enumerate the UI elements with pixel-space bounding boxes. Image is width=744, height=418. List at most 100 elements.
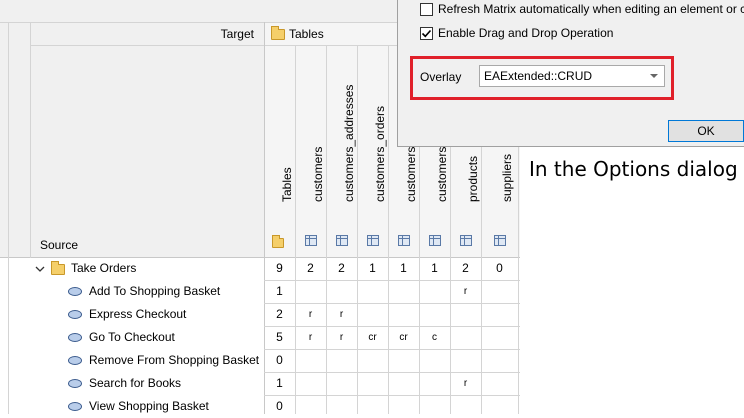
table-row-group[interactable]: Take Orders 9 2 2 1 1 1 2 0: [0, 257, 520, 280]
matrix-cell[interactable]: 1: [264, 372, 295, 395]
table-row[interactable]: Add To Shopping Basket 1 r: [0, 280, 520, 303]
matrix-cell[interactable]: 1: [357, 257, 388, 280]
refresh-checkbox[interactable]: [420, 3, 433, 16]
matrix-cell[interactable]: cr: [357, 326, 388, 349]
column-header-customers[interactable]: customers: [295, 46, 326, 256]
matrix-cell[interactable]: [481, 303, 518, 326]
matrix-cell[interactable]: [357, 349, 388, 372]
table-icon: [459, 235, 472, 246]
table-row[interactable]: View Shopping Basket 0: [0, 395, 520, 418]
dragdrop-checkbox[interactable]: [420, 27, 433, 40]
use-case-icon: [68, 310, 82, 319]
matrix-cell[interactable]: 0: [264, 395, 295, 418]
matrix-cell[interactable]: [326, 349, 357, 372]
caption-text: In the Options dialog: [529, 157, 738, 181]
chevron-down-icon[interactable]: [35, 264, 45, 274]
matrix-cell[interactable]: [295, 280, 326, 303]
matrix-cell[interactable]: [326, 280, 357, 303]
matrix-cell[interactable]: 9: [264, 257, 295, 280]
matrix-cell[interactable]: [388, 372, 419, 395]
column-header-customers-orders[interactable]: customers_orders: [357, 46, 388, 256]
overlay-select-value: EAExtended::CRUD: [484, 69, 593, 83]
dragdrop-checkbox-label: Enable Drag and Drop Operation: [438, 26, 614, 40]
row-label: Search for Books: [89, 376, 182, 390]
matrix-cell[interactable]: [419, 303, 450, 326]
matrix-cell[interactable]: [388, 303, 419, 326]
table-icon: [335, 235, 348, 246]
grid-line: [264, 280, 520, 281]
matrix-cell[interactable]: 1: [388, 257, 419, 280]
matrix-cell[interactable]: 0: [264, 349, 295, 372]
matrix-cell[interactable]: [419, 349, 450, 372]
table-icon: [493, 235, 506, 246]
matrix-cell[interactable]: [326, 372, 357, 395]
package-icon: [51, 261, 65, 275]
table-icon: [428, 235, 441, 246]
matrix-cell[interactable]: 2: [264, 303, 295, 326]
row-label: Add To Shopping Basket: [89, 284, 221, 298]
matrix-cell[interactable]: r: [450, 280, 481, 303]
grid-line: [264, 372, 520, 373]
matrix-cell[interactable]: [419, 372, 450, 395]
table-row[interactable]: Express Checkout 2 r r: [0, 303, 520, 326]
overlay-select[interactable]: EAExtended::CRUD: [479, 65, 665, 87]
package-icon: [271, 26, 285, 40]
matrix-cell[interactable]: r: [450, 372, 481, 395]
matrix-cell[interactable]: [450, 395, 481, 418]
ok-button[interactable]: OK: [668, 120, 744, 142]
matrix-cell[interactable]: r: [295, 326, 326, 349]
matrix-cell[interactable]: [419, 280, 450, 303]
matrix-cell[interactable]: 2: [326, 257, 357, 280]
matrix-cell[interactable]: [450, 349, 481, 372]
column-label: customers_orders: [372, 105, 387, 202]
matrix-cell[interactable]: [326, 395, 357, 418]
matrix-cell[interactable]: [481, 372, 518, 395]
matrix-cell[interactable]: [388, 349, 419, 372]
column-label: customers: [310, 146, 325, 202]
matrix-cell[interactable]: 5: [264, 326, 295, 349]
matrix-cell[interactable]: [481, 326, 518, 349]
matrix-cell[interactable]: 1: [419, 257, 450, 280]
matrix-cell[interactable]: [450, 303, 481, 326]
matrix-cell[interactable]: cr: [388, 326, 419, 349]
grid-line: [264, 349, 520, 350]
use-case-icon: [68, 287, 82, 296]
table-row[interactable]: Remove From Shopping Basket 0: [0, 349, 520, 372]
matrix-cell[interactable]: [388, 395, 419, 418]
matrix-cell[interactable]: [295, 395, 326, 418]
matrix-cell[interactable]: r: [295, 303, 326, 326]
matrix-cell[interactable]: 2: [450, 257, 481, 280]
row-header-area: [0, 22, 264, 258]
matrix-cell[interactable]: [481, 280, 518, 303]
matrix-cell[interactable]: c: [419, 326, 450, 349]
table-row[interactable]: Go To Checkout 5 r r cr cr c: [0, 326, 520, 349]
refresh-checkbox-label: Refresh Matrix automatically when editin…: [438, 2, 744, 16]
table-row[interactable]: Search for Books 1 r: [0, 372, 520, 395]
target-label: Target: [220, 27, 254, 41]
use-case-icon: [68, 379, 82, 388]
matrix-cell[interactable]: [357, 395, 388, 418]
matrix-cell[interactable]: [295, 372, 326, 395]
grid-line: [30, 22, 31, 258]
matrix-cell[interactable]: 1: [264, 280, 295, 303]
matrix-cell[interactable]: 2: [295, 257, 326, 280]
matrix-cell[interactable]: [295, 349, 326, 372]
chevron-down-icon: [650, 74, 658, 78]
matrix-cell[interactable]: [481, 349, 518, 372]
matrix-cell[interactable]: [450, 326, 481, 349]
column-header-customers-addresses[interactable]: customers_addresses: [326, 46, 357, 256]
matrix-cell[interactable]: [357, 303, 388, 326]
matrix-cell[interactable]: r: [326, 326, 357, 349]
table-icon: [304, 235, 317, 246]
matrix-cell[interactable]: [357, 372, 388, 395]
matrix-cell[interactable]: 0: [481, 257, 518, 280]
matrix-cell[interactable]: [357, 280, 388, 303]
matrix-cell[interactable]: [419, 395, 450, 418]
column-label: customers_addresses: [341, 84, 356, 202]
matrix-cell[interactable]: r: [326, 303, 357, 326]
column-header-tables[interactable]: Tables: [264, 46, 295, 256]
matrix-cell[interactable]: [481, 395, 518, 418]
use-case-icon: [68, 356, 82, 365]
matrix-cell[interactable]: [388, 280, 419, 303]
grid-line: [264, 326, 520, 327]
